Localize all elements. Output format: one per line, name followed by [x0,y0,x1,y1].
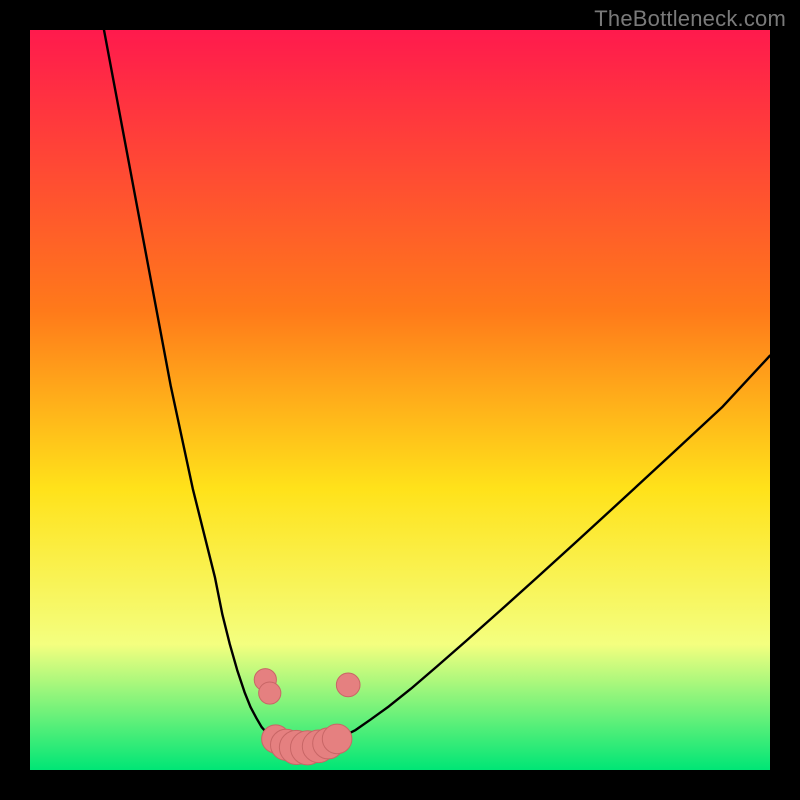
data-marker [336,673,360,697]
gradient-background [30,30,770,770]
data-marker [259,682,281,704]
chart-frame: TheBottleneck.com [0,0,800,800]
watermark-text: TheBottleneck.com [594,6,786,32]
plot-area [30,30,770,770]
data-marker [322,724,352,754]
bottleneck-chart [30,30,770,770]
